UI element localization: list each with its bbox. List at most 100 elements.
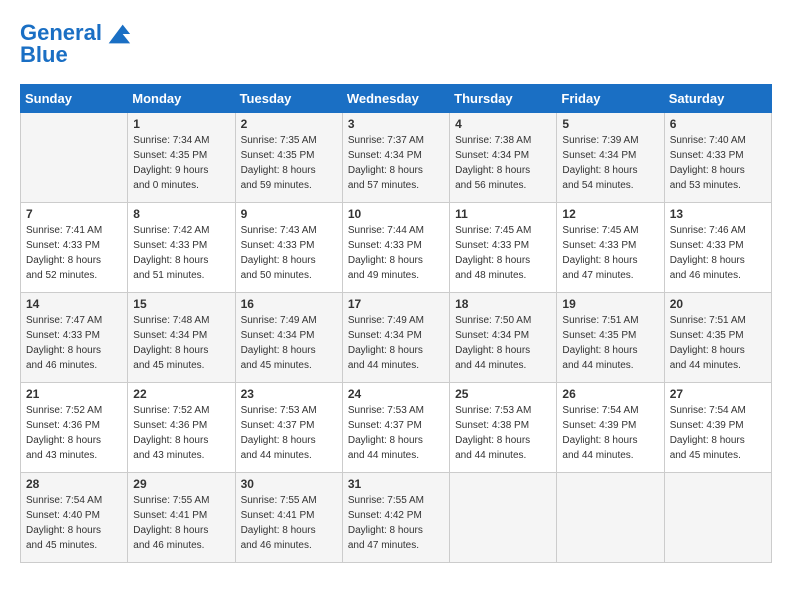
day-cell: 18Sunrise: 7:50 AM Sunset: 4:34 PM Dayli… [450,293,557,383]
day-number: 4 [455,117,551,131]
week-row-4: 21Sunrise: 7:52 AM Sunset: 4:36 PM Dayli… [21,383,772,473]
header-sunday: Sunday [21,85,128,113]
day-number: 30 [241,477,337,491]
day-info: Sunrise: 7:41 AM Sunset: 4:33 PM Dayligh… [26,223,122,283]
day-number: 13 [670,207,766,221]
day-cell: 3 Sunrise: 7:37 AM Sunset: 4:34 PM Daylig… [342,113,449,203]
day-cell: 17 Sunrise: 7:49 AM Sunset: 4:34 PM Dayli… [342,293,449,383]
day-info: Sunrise: 7:48 AM Sunset: 4:34 PM Dayligh… [133,313,229,373]
day-info: Sunrise: 7:55 AM Sunset: 4:42 PM Dayligh… [348,493,444,553]
day-info: Sunrise: 7:39 AM Sunset: 4:34 PM Dayligh… [562,133,658,193]
day-number: 14 [26,297,122,311]
day-number: 19 [562,297,658,311]
day-cell: 5 Sunrise: 7:39 AM Sunset: 4:34 PM Daylig… [557,113,664,203]
day-info: Sunrise: 7:54 AM Sunset: 4:40 PM Dayligh… [26,493,122,553]
day-cell: 8 Sunrise: 7:42 AM Sunset: 4:33 PM Daylig… [128,203,235,293]
week-row-5: 28 Sunrise: 7:54 AM Sunset: 4:40 PM Dayli… [21,473,772,563]
day-cell: 30Sunrise: 7:55 AM Sunset: 4:41 PM Dayli… [235,473,342,563]
day-info: Sunrise: 7:47 AM Sunset: 4:33 PM Dayligh… [26,313,122,373]
week-row-3: 14 Sunrise: 7:47 AM Sunset: 4:33 PM Dayli… [21,293,772,383]
day-info: Sunrise: 7:49 AM Sunset: 4:34 PM Dayligh… [348,313,444,373]
day-number: 7 [26,207,122,221]
day-cell: 27 Sunrise: 7:54 AM Sunset: 4:39 PM Dayli… [664,383,771,473]
day-cell: 10 Sunrise: 7:44 AM Sunset: 4:33 PM Dayli… [342,203,449,293]
day-cell: 26 Sunrise: 7:54 AM Sunset: 4:39 PM Dayli… [557,383,664,473]
header-saturday: Saturday [664,85,771,113]
day-info: Sunrise: 7:53 AM Sunset: 4:37 PM Dayligh… [241,403,337,463]
day-cell [450,473,557,563]
day-cell: 4 Sunrise: 7:38 AM Sunset: 4:34 PM Daylig… [450,113,557,203]
day-info: Sunrise: 7:51 AM Sunset: 4:35 PM Dayligh… [670,313,766,373]
day-cell: 6Sunrise: 7:40 AM Sunset: 4:33 PM Daylig… [664,113,771,203]
day-number: 11 [455,207,551,221]
day-number: 24 [348,387,444,401]
day-info: Sunrise: 7:53 AM Sunset: 4:38 PM Dayligh… [455,403,551,463]
week-row-1: 1 Sunrise: 7:34 AM Sunset: 4:35 PM Daylig… [21,113,772,203]
day-info: Sunrise: 7:54 AM Sunset: 4:39 PM Dayligh… [670,403,766,463]
day-info: Sunrise: 7:34 AM Sunset: 4:35 PM Dayligh… [133,133,229,193]
day-info: Sunrise: 7:52 AM Sunset: 4:36 PM Dayligh… [26,403,122,463]
day-number: 26 [562,387,658,401]
header-friday: Friday [557,85,664,113]
day-info: Sunrise: 7:44 AM Sunset: 4:33 PM Dayligh… [348,223,444,283]
day-cell: 31 Sunrise: 7:55 AM Sunset: 4:42 PM Dayli… [342,473,449,563]
day-info: Sunrise: 7:52 AM Sunset: 4:36 PM Dayligh… [133,403,229,463]
day-number: 12 [562,207,658,221]
day-number: 29 [133,477,229,491]
day-info: Sunrise: 7:45 AM Sunset: 4:33 PM Dayligh… [455,223,551,283]
day-info: Sunrise: 7:45 AM Sunset: 4:33 PM Dayligh… [562,223,658,283]
day-info: Sunrise: 7:53 AM Sunset: 4:37 PM Dayligh… [348,403,444,463]
day-cell: 12 Sunrise: 7:45 AM Sunset: 4:33 PM Dayli… [557,203,664,293]
day-number: 22 [133,387,229,401]
day-number: 27 [670,387,766,401]
day-cell: 7 Sunrise: 7:41 AM Sunset: 4:33 PM Daylig… [21,203,128,293]
day-number: 3 [348,117,444,131]
day-info: Sunrise: 7:40 AM Sunset: 4:33 PM Dayligh… [670,133,766,193]
day-cell [21,113,128,203]
header-thursday: Thursday [450,85,557,113]
day-number: 10 [348,207,444,221]
day-number: 25 [455,387,551,401]
header-row: SundayMondayTuesdayWednesdayThursdayFrid… [21,85,772,113]
day-info: Sunrise: 7:38 AM Sunset: 4:34 PM Dayligh… [455,133,551,193]
day-info: Sunrise: 7:55 AM Sunset: 4:41 PM Dayligh… [133,493,229,553]
day-number: 23 [241,387,337,401]
day-info: Sunrise: 7:42 AM Sunset: 4:33 PM Dayligh… [133,223,229,283]
day-info: Sunrise: 7:54 AM Sunset: 4:39 PM Dayligh… [562,403,658,463]
day-info: Sunrise: 7:37 AM Sunset: 4:34 PM Dayligh… [348,133,444,193]
header-wednesday: Wednesday [342,85,449,113]
day-number: 1 [133,117,229,131]
day-cell: 20Sunrise: 7:51 AM Sunset: 4:35 PM Dayli… [664,293,771,383]
day-cell: 2 Sunrise: 7:35 AM Sunset: 4:35 PM Daylig… [235,113,342,203]
day-cell: 19 Sunrise: 7:51 AM Sunset: 4:35 PM Dayli… [557,293,664,383]
day-info: Sunrise: 7:35 AM Sunset: 4:35 PM Dayligh… [241,133,337,193]
calendar-table: SundayMondayTuesdayWednesdayThursdayFrid… [20,84,772,563]
day-number: 31 [348,477,444,491]
day-info: Sunrise: 7:49 AM Sunset: 4:34 PM Dayligh… [241,313,337,373]
day-cell [664,473,771,563]
day-number: 28 [26,477,122,491]
week-row-2: 7 Sunrise: 7:41 AM Sunset: 4:33 PM Daylig… [21,203,772,293]
day-cell: 1 Sunrise: 7:34 AM Sunset: 4:35 PM Daylig… [128,113,235,203]
day-number: 17 [348,297,444,311]
day-number: 15 [133,297,229,311]
day-cell: 29 Sunrise: 7:55 AM Sunset: 4:41 PM Dayli… [128,473,235,563]
day-cell: 25 Sunrise: 7:53 AM Sunset: 4:38 PM Dayli… [450,383,557,473]
day-cell: 21Sunrise: 7:52 AM Sunset: 4:36 PM Dayli… [21,383,128,473]
day-cell: 16Sunrise: 7:49 AM Sunset: 4:34 PM Dayli… [235,293,342,383]
day-number: 2 [241,117,337,131]
day-number: 9 [241,207,337,221]
header-tuesday: Tuesday [235,85,342,113]
day-number: 18 [455,297,551,311]
day-number: 5 [562,117,658,131]
day-cell: 28 Sunrise: 7:54 AM Sunset: 4:40 PM Dayli… [21,473,128,563]
day-info: Sunrise: 7:46 AM Sunset: 4:33 PM Dayligh… [670,223,766,283]
logo: General Blue [20,20,132,68]
day-number: 8 [133,207,229,221]
day-cell: 13 Sunrise: 7:46 AM Sunset: 4:33 PM Dayli… [664,203,771,293]
header-monday: Monday [128,85,235,113]
day-cell: 15 Sunrise: 7:48 AM Sunset: 4:34 PM Dayli… [128,293,235,383]
day-info: Sunrise: 7:51 AM Sunset: 4:35 PM Dayligh… [562,313,658,373]
day-cell: 23 Sunrise: 7:53 AM Sunset: 4:37 PM Dayli… [235,383,342,473]
logo-icon [104,20,132,48]
